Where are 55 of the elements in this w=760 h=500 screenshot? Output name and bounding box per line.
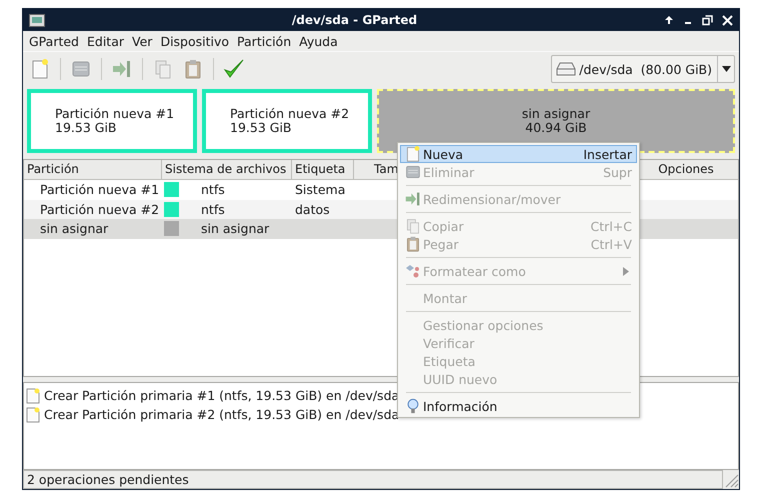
new-document-icon — [26, 388, 40, 404]
new-document-icon — [26, 406, 40, 422]
operation-text: Crear Partición primaria #1 (ntfs, 19.53 GiB) en /dev/sda — [44, 388, 400, 403]
menu-item[interactable]: Dispositivo — [156, 34, 234, 48]
copy-icon — [154, 59, 172, 79]
checkmark-icon — [223, 58, 245, 80]
window-title: /dev/sda - GParted — [290, 13, 418, 27]
format-icon — [405, 263, 421, 279]
menu-item[interactable]: Ayuda — [295, 34, 342, 48]
table-cell: sin asignar — [201, 221, 270, 236]
lightbulb-icon — [406, 398, 420, 414]
column-header[interactable]: Sistema de archivos — [162, 160, 292, 180]
partition-name: sin asignar — [522, 107, 590, 121]
partition-size: 40.94 GiB — [525, 121, 587, 135]
partition-size: 19.53 GiB — [55, 121, 118, 135]
table-cell-text: Sistema — [294, 181, 346, 200]
partition-size: 19.53 GiB — [230, 121, 292, 135]
pin-icon[interactable] — [664, 15, 674, 25]
table-cell-text: datos — [294, 200, 331, 219]
table-cell: ntfs — [201, 182, 225, 198]
arrow-icon — [405, 191, 421, 207]
menu-item[interactable]: Editar — [83, 34, 128, 48]
table-cell: ntfs — [201, 202, 225, 217]
table-cell[interactable]: sin asignar — [24, 219, 162, 238]
dropdown-arrow-icon — [722, 66, 730, 72]
device-selector[interactable]: /dev/sda (80.00 GiB) — [551, 55, 735, 83]
menu-item[interactable]: Nueva Insertar — [400, 145, 637, 163]
partition-block[interactable]: Partición nueva #1 19.53 GiB — [27, 89, 197, 153]
drive-icon — [71, 59, 91, 79]
clipboard-icon — [405, 236, 421, 252]
app-icon — [29, 14, 45, 26]
resize-grip-icon[interactable] — [723, 472, 739, 488]
drive-icon — [556, 61, 576, 77]
submenu-arrow-icon — [623, 266, 629, 276]
menu-item[interactable]: Partición — [233, 34, 296, 48]
operation-text: Crear Partición primaria #2 (ntfs, 19.53 GiB) en /dev/sda — [44, 407, 400, 422]
arrow-icon — [112, 59, 132, 79]
new-document-icon — [31, 59, 49, 79]
column-header[interactable]: Etiqueta — [292, 160, 354, 180]
menu-item[interactable]: Información — [400, 397, 637, 415]
status-bar: 2 operaciones pendientes — [23, 470, 723, 489]
table-cell[interactable]: Partición nueva #2 — [24, 200, 162, 219]
close-icon[interactable] — [722, 14, 733, 26]
restore-icon[interactable] — [702, 14, 713, 26]
partition-name: Partición nueva #1 — [55, 107, 176, 121]
drive-icon — [405, 164, 421, 180]
menu-item[interactable]: GParted — [25, 34, 83, 48]
partition-block[interactable]: Partición nueva #2 19.53 GiB — [202, 89, 372, 153]
copy-icon — [405, 218, 421, 234]
clipboard-icon — [184, 59, 202, 79]
table-cell[interactable]: Partición nueva #1 — [24, 180, 162, 200]
partition-name: Partición nueva #2 — [230, 107, 350, 121]
menu-item[interactable]: Ver — [128, 34, 156, 48]
column-header[interactable]: Partición — [24, 160, 162, 180]
new-document-icon — [405, 146, 421, 162]
